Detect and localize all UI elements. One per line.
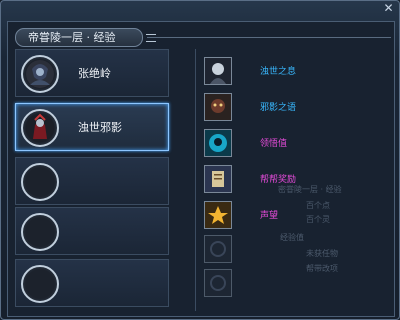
- character-name: 浊世邪影: [78, 121, 122, 134]
- avatar: [21, 109, 59, 147]
- reward-label: 帮帮奖励: [260, 175, 297, 185]
- character-portrait-icon: [26, 60, 54, 88]
- reward-row-6: [204, 235, 384, 263]
- reward-row-7: [204, 269, 384, 297]
- avatar: [21, 55, 59, 93]
- locked-icon: [204, 269, 232, 297]
- masked-warrior-icon: [204, 57, 232, 85]
- character-name: 张绝岭: [78, 67, 111, 80]
- reward-row-5[interactable]: 声望: [204, 201, 384, 229]
- window-title-bar: 帝甞陵一层 · 经验: [15, 28, 156, 47]
- dark-beast-icon: [204, 93, 232, 121]
- empty-avatar: [21, 213, 59, 251]
- reward-row-4[interactable]: 帮帮奖励: [204, 165, 384, 193]
- reward-label: 浊世之息: [260, 67, 297, 77]
- character-slot-3[interactable]: [15, 157, 169, 205]
- dungeon-info-window: ✕ 帝甞陵一层 · 经验 张绝岭 浊世邪影 密甞陵一层 · 经验 百个点 百个灵…: [0, 0, 400, 320]
- empty-avatar: [21, 163, 59, 201]
- reward-label: 领悟值: [260, 139, 288, 149]
- window-title: 帝甞陵一层 · 经验: [28, 31, 116, 44]
- close-icon[interactable]: ✕: [382, 2, 395, 15]
- reward-row-3[interactable]: 领悟值: [204, 129, 384, 157]
- character-list: 张绝岭 浊世邪影: [13, 49, 173, 311]
- title-divider: [147, 37, 391, 38]
- locked-icon: [204, 235, 232, 263]
- reward-label: 邪影之语: [260, 103, 297, 113]
- star-badge-icon: [204, 201, 232, 229]
- reward-row-1[interactable]: 浊世之息: [204, 57, 384, 85]
- scroll-icon: [204, 165, 232, 193]
- reward-row-2[interactable]: 邪影之语: [204, 93, 384, 121]
- title-ornament-icon: [146, 34, 156, 42]
- empty-avatar: [21, 265, 59, 303]
- character-slot-2[interactable]: 浊世邪影: [15, 103, 169, 151]
- character-slot-5[interactable]: [15, 259, 169, 307]
- character-portrait-icon: [26, 113, 54, 142]
- character-slot-1[interactable]: 张绝岭: [15, 49, 169, 97]
- reward-list: 密甞陵一层 · 经验 百个点 百个灵 经验值 未获任物 帮带改项 浊世之息 邪影…: [195, 49, 392, 311]
- reward-label: 声望: [260, 211, 279, 221]
- character-slot-4[interactable]: [15, 207, 169, 255]
- blue-spirit-icon: [204, 129, 232, 157]
